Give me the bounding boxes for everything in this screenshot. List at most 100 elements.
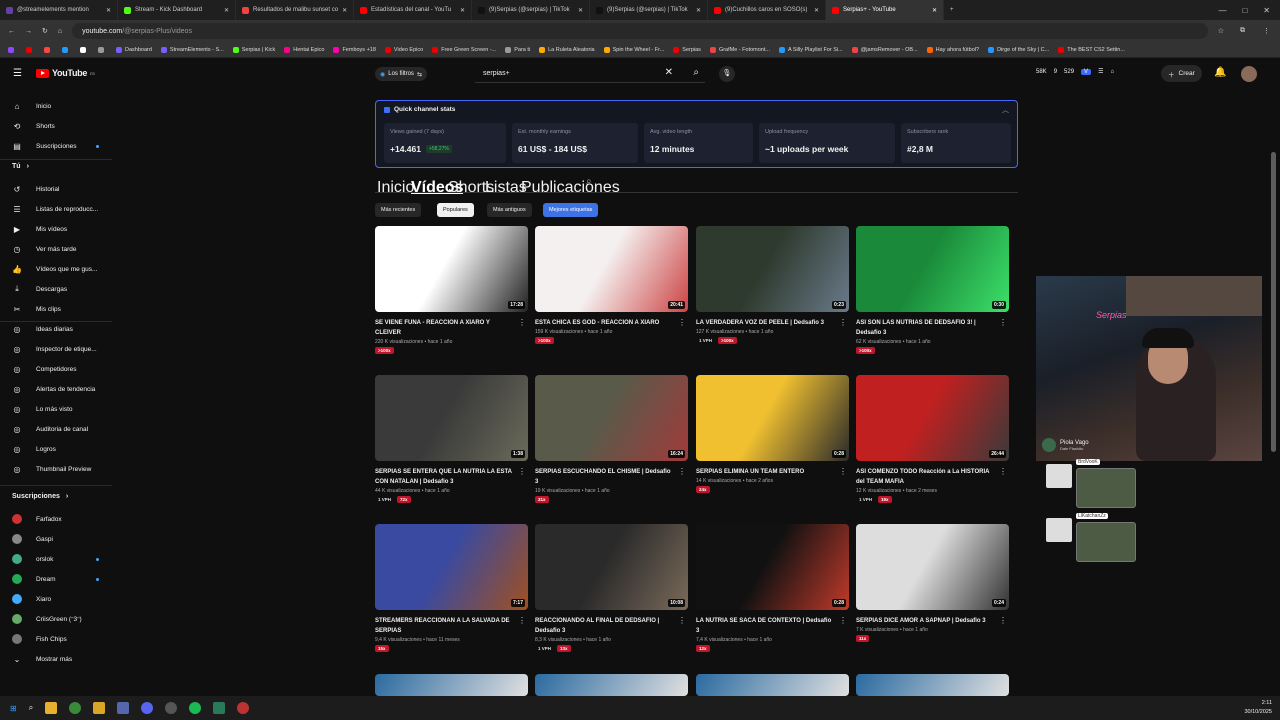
sidebar-item[interactable]: ⌂ Inicio xyxy=(12,100,52,112)
start-icon[interactable]: ⊞ xyxy=(10,704,17,713)
bookmark-item[interactable]: The BEST CS2 Settin... xyxy=(1058,46,1125,53)
subscription-item[interactable]: Dream xyxy=(12,573,99,585)
guide-menu-icon[interactable]: ☰ xyxy=(13,68,22,79)
sidebar-tool-item[interactable]: ◎ Alertas de tendencia xyxy=(12,383,96,395)
bookmark-item[interactable]: Dirge of the Sky | C... xyxy=(988,46,1049,53)
video-title[interactable]: SERPIAS SE ENTERA QUE LA NUTRIA LA ESTA … xyxy=(375,467,515,487)
bookmark-item[interactable]: Femboys +18 xyxy=(333,46,376,53)
tab-close-icon[interactable]: ✕ xyxy=(932,7,937,14)
show-more-button[interactable]: ⌄ Mostrar más xyxy=(12,653,72,665)
video-card[interactable]: 0:30 ASI SON LAS NUTRIAS DE DEDSAFIO 3! |… xyxy=(856,226,1009,354)
video-thumbnail[interactable] xyxy=(696,674,849,696)
video-thumbnail[interactable]: 10:08 xyxy=(535,524,688,610)
video-menu-icon[interactable]: ⋮ xyxy=(678,616,686,625)
video-thumbnail[interactable]: 0:23 xyxy=(696,226,849,312)
youtube-logo[interactable]: YouTube ES xyxy=(36,68,95,78)
browser-tab[interactable]: Estadísticas del canal - YouTu ✕ xyxy=(354,0,472,20)
sort-chip[interactable]: Populares xyxy=(437,203,474,217)
video-title[interactable]: SE VIENE FUNA - REACCION A XIARO Y CLEIV… xyxy=(375,318,515,338)
bookmark-item[interactable]: Dashboard xyxy=(116,46,152,53)
video-title[interactable]: REACCIONANDO AL FINAL DE DEDSAFIO | Deds… xyxy=(535,616,675,636)
close-window-icon[interactable]: ✕ xyxy=(1263,6,1270,15)
video-card[interactable]: 0:24 SERPIAS DICE AMOR A SAPNAP | Dedsafi… xyxy=(856,524,1009,642)
subscription-item[interactable]: Gaspi xyxy=(12,533,53,545)
subscription-item[interactable]: orslok xyxy=(12,553,99,565)
search-taskbar-icon[interactable]: ⌕ xyxy=(29,703,33,713)
video-title[interactable]: LA NUTRIA SE SACA DE CONTEXTO | Dedsafio… xyxy=(696,616,836,636)
subscription-item[interactable]: CriisGreen (ᵔ3ᵔ) xyxy=(12,613,82,625)
app-icon[interactable] xyxy=(237,702,250,714)
tab-close-icon[interactable]: ✕ xyxy=(342,7,347,14)
sidebar-tool-item[interactable]: ◎ Lo más visto xyxy=(12,403,73,415)
sidebar-tool-item[interactable]: ◎ Logros xyxy=(12,443,56,455)
tab-close-icon[interactable]: ✕ xyxy=(460,7,465,14)
star-icon[interactable]: ☆ xyxy=(1218,27,1230,35)
video-thumbnail[interactable] xyxy=(375,674,528,696)
folder-icon[interactable] xyxy=(93,702,106,714)
sidebar-item[interactable]: ☰ Listas de reproducc... xyxy=(12,203,98,215)
filters-button[interactable]: ◉ Los filtros ⇆ xyxy=(375,67,427,81)
channel-search-icon[interactable]: ⌕ xyxy=(586,176,592,187)
collapse-icon[interactable]: ︿ xyxy=(1002,105,1009,115)
video-title[interactable]: SERPIAS DICE AMOR A SAPNAP | Dedsafio 3 xyxy=(856,616,996,626)
video-title[interactable]: ASI COMENZO TODO Reacción a La HISTORIA … xyxy=(856,467,996,487)
menu-dots-icon[interactable]: ⋮ xyxy=(1263,27,1280,35)
video-thumbnail[interactable] xyxy=(856,674,1009,696)
tab-close-icon[interactable]: ✕ xyxy=(106,7,111,14)
tab-publicaciones[interactable]: Publicaciones xyxy=(521,179,620,197)
browser-tab[interactable]: (9)Serpias (@serpias) | TikTok ✕ xyxy=(472,0,590,20)
sidebar-item[interactable]: 👍 Vídeos que me gus... xyxy=(12,263,97,275)
video-menu-icon[interactable]: ⋮ xyxy=(678,318,686,327)
sort-chip[interactable]: Más recientes xyxy=(375,203,422,217)
video-menu-icon[interactable]: ⋮ xyxy=(839,318,847,327)
tab-close-icon[interactable]: ✕ xyxy=(814,7,819,14)
bookmark-item[interactable] xyxy=(62,46,71,53)
create-button[interactable]: ＋ Crear xyxy=(1161,65,1202,82)
voice-search-icon[interactable]: 🎙 xyxy=(719,66,735,82)
clear-search-icon[interactable]: ✕ xyxy=(665,67,673,78)
video-card[interactable]: 26:44 ASI COMENZO TODO Reacción a La HIST… xyxy=(856,375,1009,503)
video-thumbnail[interactable] xyxy=(535,674,688,696)
spotify-icon[interactable] xyxy=(189,702,202,714)
video-card[interactable]: 0:23 LA VERDADERA VOZ DE PEELE | Dedsafio… xyxy=(696,226,849,344)
video-thumbnail[interactable]: 7:17 xyxy=(375,524,528,610)
video-title[interactable]: SERPIAS ESCUCHANDO EL CHISME | Dedsafio … xyxy=(535,467,675,487)
file-explorer-icon[interactable] xyxy=(45,702,58,714)
minimize-icon[interactable]: — xyxy=(1218,6,1226,15)
subscription-item[interactable]: Fish Chips xyxy=(12,633,67,645)
maximize-icon[interactable]: □ xyxy=(1242,6,1247,15)
tab-close-icon[interactable]: ✕ xyxy=(224,7,229,14)
video-card[interactable]: 10:08 REACCIONANDO AL FINAL DE DEDSAFIO |… xyxy=(535,524,688,652)
chrome-icon[interactable] xyxy=(69,702,82,714)
video-menu-icon[interactable]: ⋮ xyxy=(999,318,1007,327)
back-icon[interactable]: ← xyxy=(8,28,15,35)
sidebar-item[interactable]: ↺ Historial xyxy=(12,183,60,195)
reload-icon[interactable]: ↻ xyxy=(42,27,48,35)
video-card[interactable]: 20:41 ESTA CHICA ES GOD - REACCION A XIAR… xyxy=(535,226,688,344)
sidebar-tool-item[interactable]: ◎ Competidores xyxy=(12,363,77,375)
account-avatar[interactable] xyxy=(1241,66,1257,82)
app-icon[interactable] xyxy=(117,702,130,714)
subscription-item[interactable]: Farfadox xyxy=(12,513,62,525)
video-menu-icon[interactable]: ⋮ xyxy=(999,616,1007,625)
sidebar-item[interactable]: ⟲ Shorts xyxy=(12,120,55,132)
browser-tab[interactable]: (9)Cuchillos caros en SOSO(s) ✕ xyxy=(708,0,826,20)
bookmark-item[interactable]: Free Green Screen -... xyxy=(432,46,496,53)
video-title[interactable]: LA VERDADERA VOZ DE PEELE | Dedsafio 3 xyxy=(696,318,836,328)
url-field[interactable]: youtube.com/@serpias-Plus/videos xyxy=(72,23,1208,39)
bookmark-item[interactable]: Hay ahora fútbol? xyxy=(926,46,979,53)
browser-tab[interactable]: @streamelements mention ✕ xyxy=(0,0,118,20)
app-icon[interactable] xyxy=(213,702,226,714)
bookmark-item[interactable] xyxy=(80,46,89,53)
sidebar-item[interactable]: ▤ Suscripciones xyxy=(12,140,99,152)
bookmark-item[interactable]: Spin the Wheel - Fr... xyxy=(603,46,664,53)
video-menu-icon[interactable]: ⋮ xyxy=(518,318,526,327)
browser-tab[interactable]: Resultados de malibu sunset co ✕ xyxy=(236,0,354,20)
video-menu-icon[interactable]: ⋮ xyxy=(518,616,526,625)
discord-icon[interactable] xyxy=(141,702,154,714)
bookmark-item[interactable] xyxy=(44,46,53,53)
obs-icon[interactable] xyxy=(165,702,178,714)
sidebar-item[interactable]: ⤓ Descargas xyxy=(12,283,67,295)
list-icon[interactable]: ☰ xyxy=(1098,68,1103,75)
sidebar-tool-item[interactable]: ◎ Auditoria de canal xyxy=(12,423,89,435)
